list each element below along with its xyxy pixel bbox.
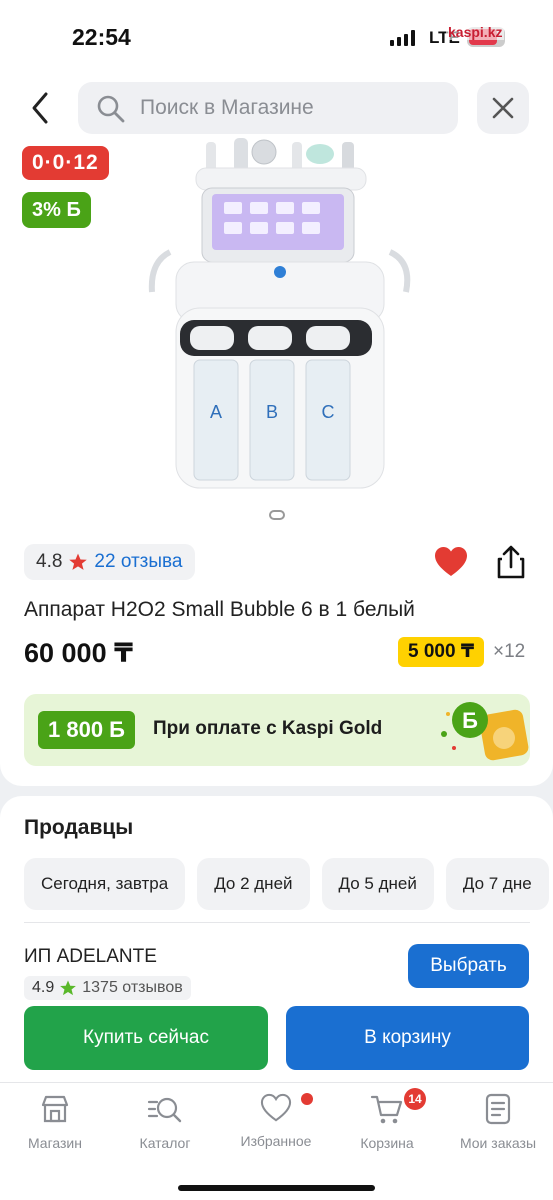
- seller-reviews: 1375 отзывов: [82, 979, 183, 996]
- sellers-title: Продавцы: [24, 816, 134, 839]
- home-indicator: [178, 1185, 375, 1191]
- tab-my-orders[interactable]: Мои заказы: [443, 1093, 553, 1163]
- promo-bonus-amount: 1 800 Б: [38, 711, 135, 749]
- close-button[interactable]: [477, 82, 529, 134]
- svg-text:C: C: [322, 402, 335, 422]
- share-button[interactable]: [494, 544, 528, 580]
- bottom-tab-bar: Магазин Каталог Избранное 14 Корзина Мои…: [0, 1082, 553, 1200]
- delivery-chip[interactable]: До 2 дней: [197, 858, 310, 910]
- image-pager-dot: [269, 510, 285, 520]
- seller-rating: 4.9 1375 отзывов: [24, 976, 191, 1000]
- product-title: Аппарат H2O2 Small Bubble 6 в 1 белый: [24, 598, 415, 621]
- tab-label: Избранное: [240, 1133, 312, 1149]
- favorite-button[interactable]: [434, 546, 468, 578]
- search-bar[interactable]: [78, 82, 458, 134]
- cart-icon: [370, 1095, 403, 1124]
- product-price: 60 000 ₸: [24, 638, 133, 668]
- svg-text:Б: Б: [462, 708, 478, 733]
- search-input[interactable]: [140, 82, 440, 134]
- chevron-left-icon: [32, 92, 48, 124]
- delivery-filter-chips: Сегодня, завтра До 2 дней До 5 дней До 7…: [24, 858, 549, 910]
- cart-count-badge: 14: [404, 1088, 426, 1110]
- reviews-link[interactable]: 22 отзыва: [94, 551, 182, 573]
- add-to-cart-button[interactable]: В корзину: [286, 1006, 529, 1070]
- installment-months: ×12: [493, 641, 526, 662]
- product-card: A B C 0·0·12 3% Б 4.8 22 отзыва Аппарат …: [0, 70, 553, 786]
- delivery-chip[interactable]: Сегодня, завтра: [24, 858, 186, 910]
- heart-outline-icon: [260, 1093, 292, 1122]
- store-icon: [41, 1095, 69, 1123]
- tab-catalog[interactable]: Каталог: [110, 1093, 220, 1163]
- divider: [24, 922, 530, 923]
- svg-text:B: B: [266, 402, 278, 422]
- product-image[interactable]: A B C: [140, 132, 420, 492]
- close-icon: [492, 97, 514, 119]
- delivery-chip[interactable]: До 7 дне: [445, 858, 549, 910]
- status-bar: 22:54 LTE kaspi.kz: [0, 0, 553, 70]
- seller-rating-value: 4.9: [32, 979, 55, 996]
- tab-label: Каталог: [139, 1135, 191, 1151]
- timer-badge: 0·0·12: [22, 146, 109, 180]
- promo-text: При оплате с Kaspi Gold: [153, 718, 383, 739]
- svg-text:A: A: [210, 402, 222, 422]
- bonus-badge: 3% Б: [22, 192, 91, 228]
- tab-label: Корзина: [360, 1135, 414, 1151]
- watermark: kaspi.kz: [446, 24, 505, 40]
- star-icon: [69, 553, 88, 570]
- favorites-dot-badge: [301, 1093, 313, 1105]
- select-seller-button[interactable]: Выбрать: [408, 944, 529, 988]
- kaspi-gold-coin-icon: Б: [441, 702, 529, 761]
- seller-name[interactable]: ИП ADELANTE: [24, 946, 157, 968]
- tab-label: Мои заказы: [459, 1135, 537, 1151]
- signal-icon: [390, 30, 416, 46]
- share-icon: [497, 545, 525, 579]
- search-icon: [97, 95, 125, 123]
- heart-filled-icon: [435, 547, 467, 576]
- orders-icon: [485, 1093, 511, 1125]
- catalog-search-icon: [147, 1097, 182, 1123]
- status-time: 22:54: [72, 24, 131, 50]
- rating-chip[interactable]: 4.8 22 отзыва: [24, 544, 195, 580]
- star-icon: [60, 980, 77, 996]
- buy-now-button[interactable]: Купить сейчас: [24, 1006, 268, 1070]
- tab-cart[interactable]: 14 Корзина: [332, 1088, 442, 1163]
- tab-store[interactable]: Магазин: [0, 1093, 110, 1163]
- tab-label: Магазин: [27, 1135, 82, 1151]
- tab-favorites[interactable]: Избранное: [221, 1093, 331, 1163]
- delivery-chip[interactable]: До 5 дней: [321, 858, 434, 910]
- back-button[interactable]: [24, 88, 60, 128]
- rating-value: 4.8: [36, 551, 63, 572]
- installment-badge[interactable]: 5 000 ₸: [398, 637, 485, 667]
- kaspi-gold-promo[interactable]: 1 800 Б При оплате с Kaspi Gold Б: [24, 694, 530, 766]
